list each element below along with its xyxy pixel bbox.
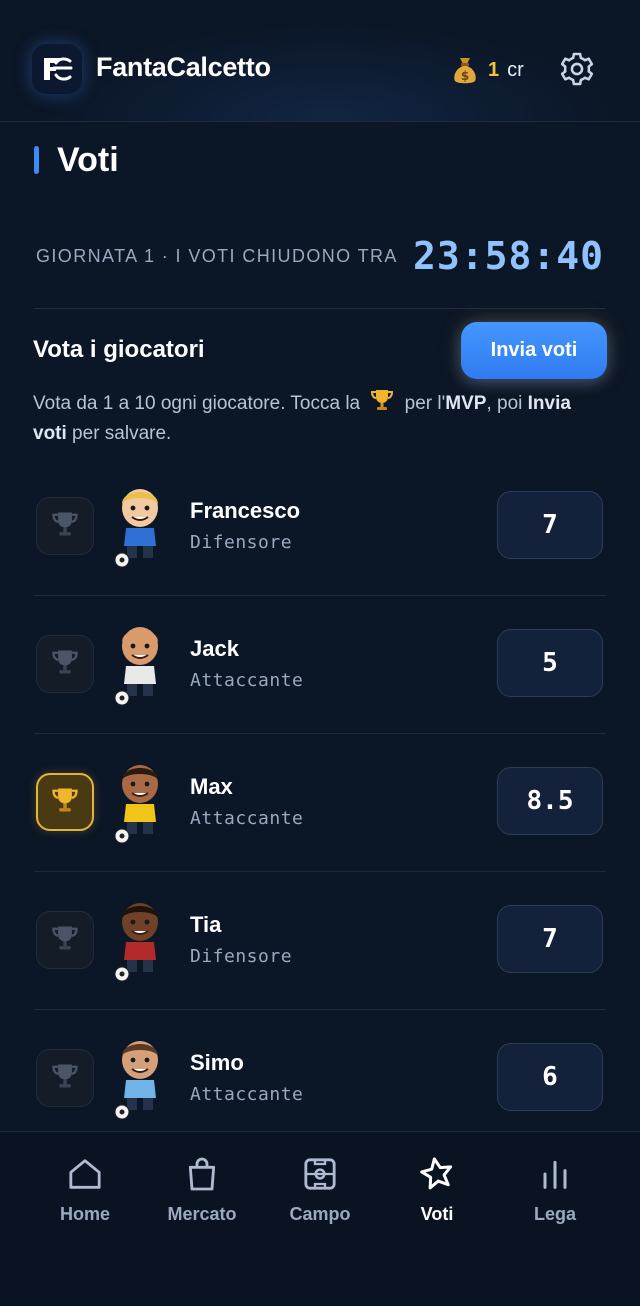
credits-amount: 1 <box>488 58 500 81</box>
mvp-trophy-button[interactable] <box>36 497 94 555</box>
nav-campo[interactable]: Campo <box>261 1154 379 1244</box>
mvp-trophy-button[interactable] <box>36 635 94 693</box>
mvp-trophy-button[interactable] <box>36 911 94 969</box>
player-role: Attaccante <box>190 1084 304 1105</box>
player-row: Simo Attaccante 6 <box>0 1010 640 1148</box>
countdown-timer: 23:58:40 <box>412 234 604 278</box>
nav-mercato[interactable]: Mercato <box>143 1154 261 1244</box>
instructions-text: per l' <box>399 393 446 414</box>
avatar <box>110 480 170 570</box>
trophy-icon <box>371 390 394 410</box>
nav-label: Voti <box>420 1204 454 1224</box>
trophy-icon <box>50 923 80 958</box>
bag-icon <box>188 1157 216 1191</box>
round-countdown-row: GIORNATA 1 · I VOTI CHIUDONO TRA 23:58:4… <box>36 232 606 282</box>
trophy-icon <box>50 647 80 682</box>
instructions-text: Vota da 1 a 10 ogni giocatore. Tocca la <box>33 393 366 414</box>
instructions-text: , poi <box>486 393 528 414</box>
fc-logo-icon <box>44 57 73 81</box>
gear-icon[interactable] <box>558 50 596 88</box>
credits-display[interactable]: $ 1 cr <box>452 54 524 86</box>
vote-input[interactable]: 7 <box>497 491 603 559</box>
bottom-nav: Home Mercato Campo Voti Lega <box>0 1131 640 1306</box>
nav-label: Campo <box>289 1204 351 1224</box>
player-row: Tia Difensore 7 <box>0 872 640 1010</box>
vote-section-title: Vota i giocatori <box>33 336 205 363</box>
title-accent-bar <box>34 146 39 174</box>
nav-lega[interactable]: Lega <box>496 1154 614 1244</box>
vote-input[interactable]: 5 <box>497 629 603 697</box>
send-votes-button[interactable]: Invia voti <box>461 322 607 379</box>
player-role: Difensore <box>190 532 293 553</box>
player-row: Max Attaccante 8.5 <box>0 734 640 872</box>
round-label: GIORNATA 1 · I VOTI CHIUDONO TRA <box>36 246 398 266</box>
player-row: Jack Attaccante 5 <box>0 596 640 734</box>
mvp-trophy-button[interactable] <box>36 1049 94 1107</box>
vote-input[interactable]: 7 <box>497 905 603 973</box>
app-header: FantaCalcetto $ 1 cr <box>0 0 640 122</box>
avatar <box>110 618 170 708</box>
trophy-icon <box>50 785 80 820</box>
player-role: Attaccante <box>190 808 304 829</box>
page-title-wrap: Voti <box>34 140 119 180</box>
nav-home[interactable]: Home <box>26 1154 144 1244</box>
instructions-mvp: MVP <box>445 393 487 414</box>
instructions-text: per salvare. <box>66 423 172 444</box>
avatar <box>110 756 170 846</box>
vote-instructions: Vota da 1 a 10 ogni giocatore. Tocca la … <box>33 388 608 449</box>
player-name: Francesco <box>190 498 301 523</box>
divider <box>34 308 606 309</box>
nav-label: Lega <box>533 1204 576 1224</box>
svg-text:$: $ <box>461 69 469 83</box>
mvp-trophy-button[interactable] <box>36 773 94 831</box>
bar-chart-icon <box>543 1160 567 1189</box>
player-name: Tia <box>190 912 222 937</box>
player-name: Max <box>190 774 233 799</box>
trophy-icon <box>50 1061 80 1096</box>
pitch-icon <box>304 1158 336 1190</box>
nav-label: Mercato <box>167 1204 237 1224</box>
credits-unit: cr <box>507 58 524 81</box>
trophy-icon <box>50 509 80 544</box>
avatar <box>110 894 170 984</box>
player-role: Attaccante <box>190 670 304 691</box>
page-title: Voti <box>57 140 119 179</box>
player-row: Francesco Difensore 7 <box>0 458 640 596</box>
star-icon <box>420 1157 453 1190</box>
vote-input[interactable]: 8.5 <box>497 767 603 835</box>
app-logo[interactable] <box>32 44 82 94</box>
player-name: Jack <box>190 636 239 661</box>
home-icon <box>69 1159 101 1189</box>
vote-input[interactable]: 6 <box>497 1043 603 1111</box>
app-title: FantaCalcetto <box>96 52 271 82</box>
player-role: Difensore <box>190 946 293 967</box>
nav-voti[interactable]: Voti <box>378 1154 496 1244</box>
money-bag-icon: $ <box>454 58 476 84</box>
nav-label: Home <box>59 1204 110 1224</box>
avatar <box>110 1032 170 1122</box>
player-name: Simo <box>190 1050 244 1075</box>
